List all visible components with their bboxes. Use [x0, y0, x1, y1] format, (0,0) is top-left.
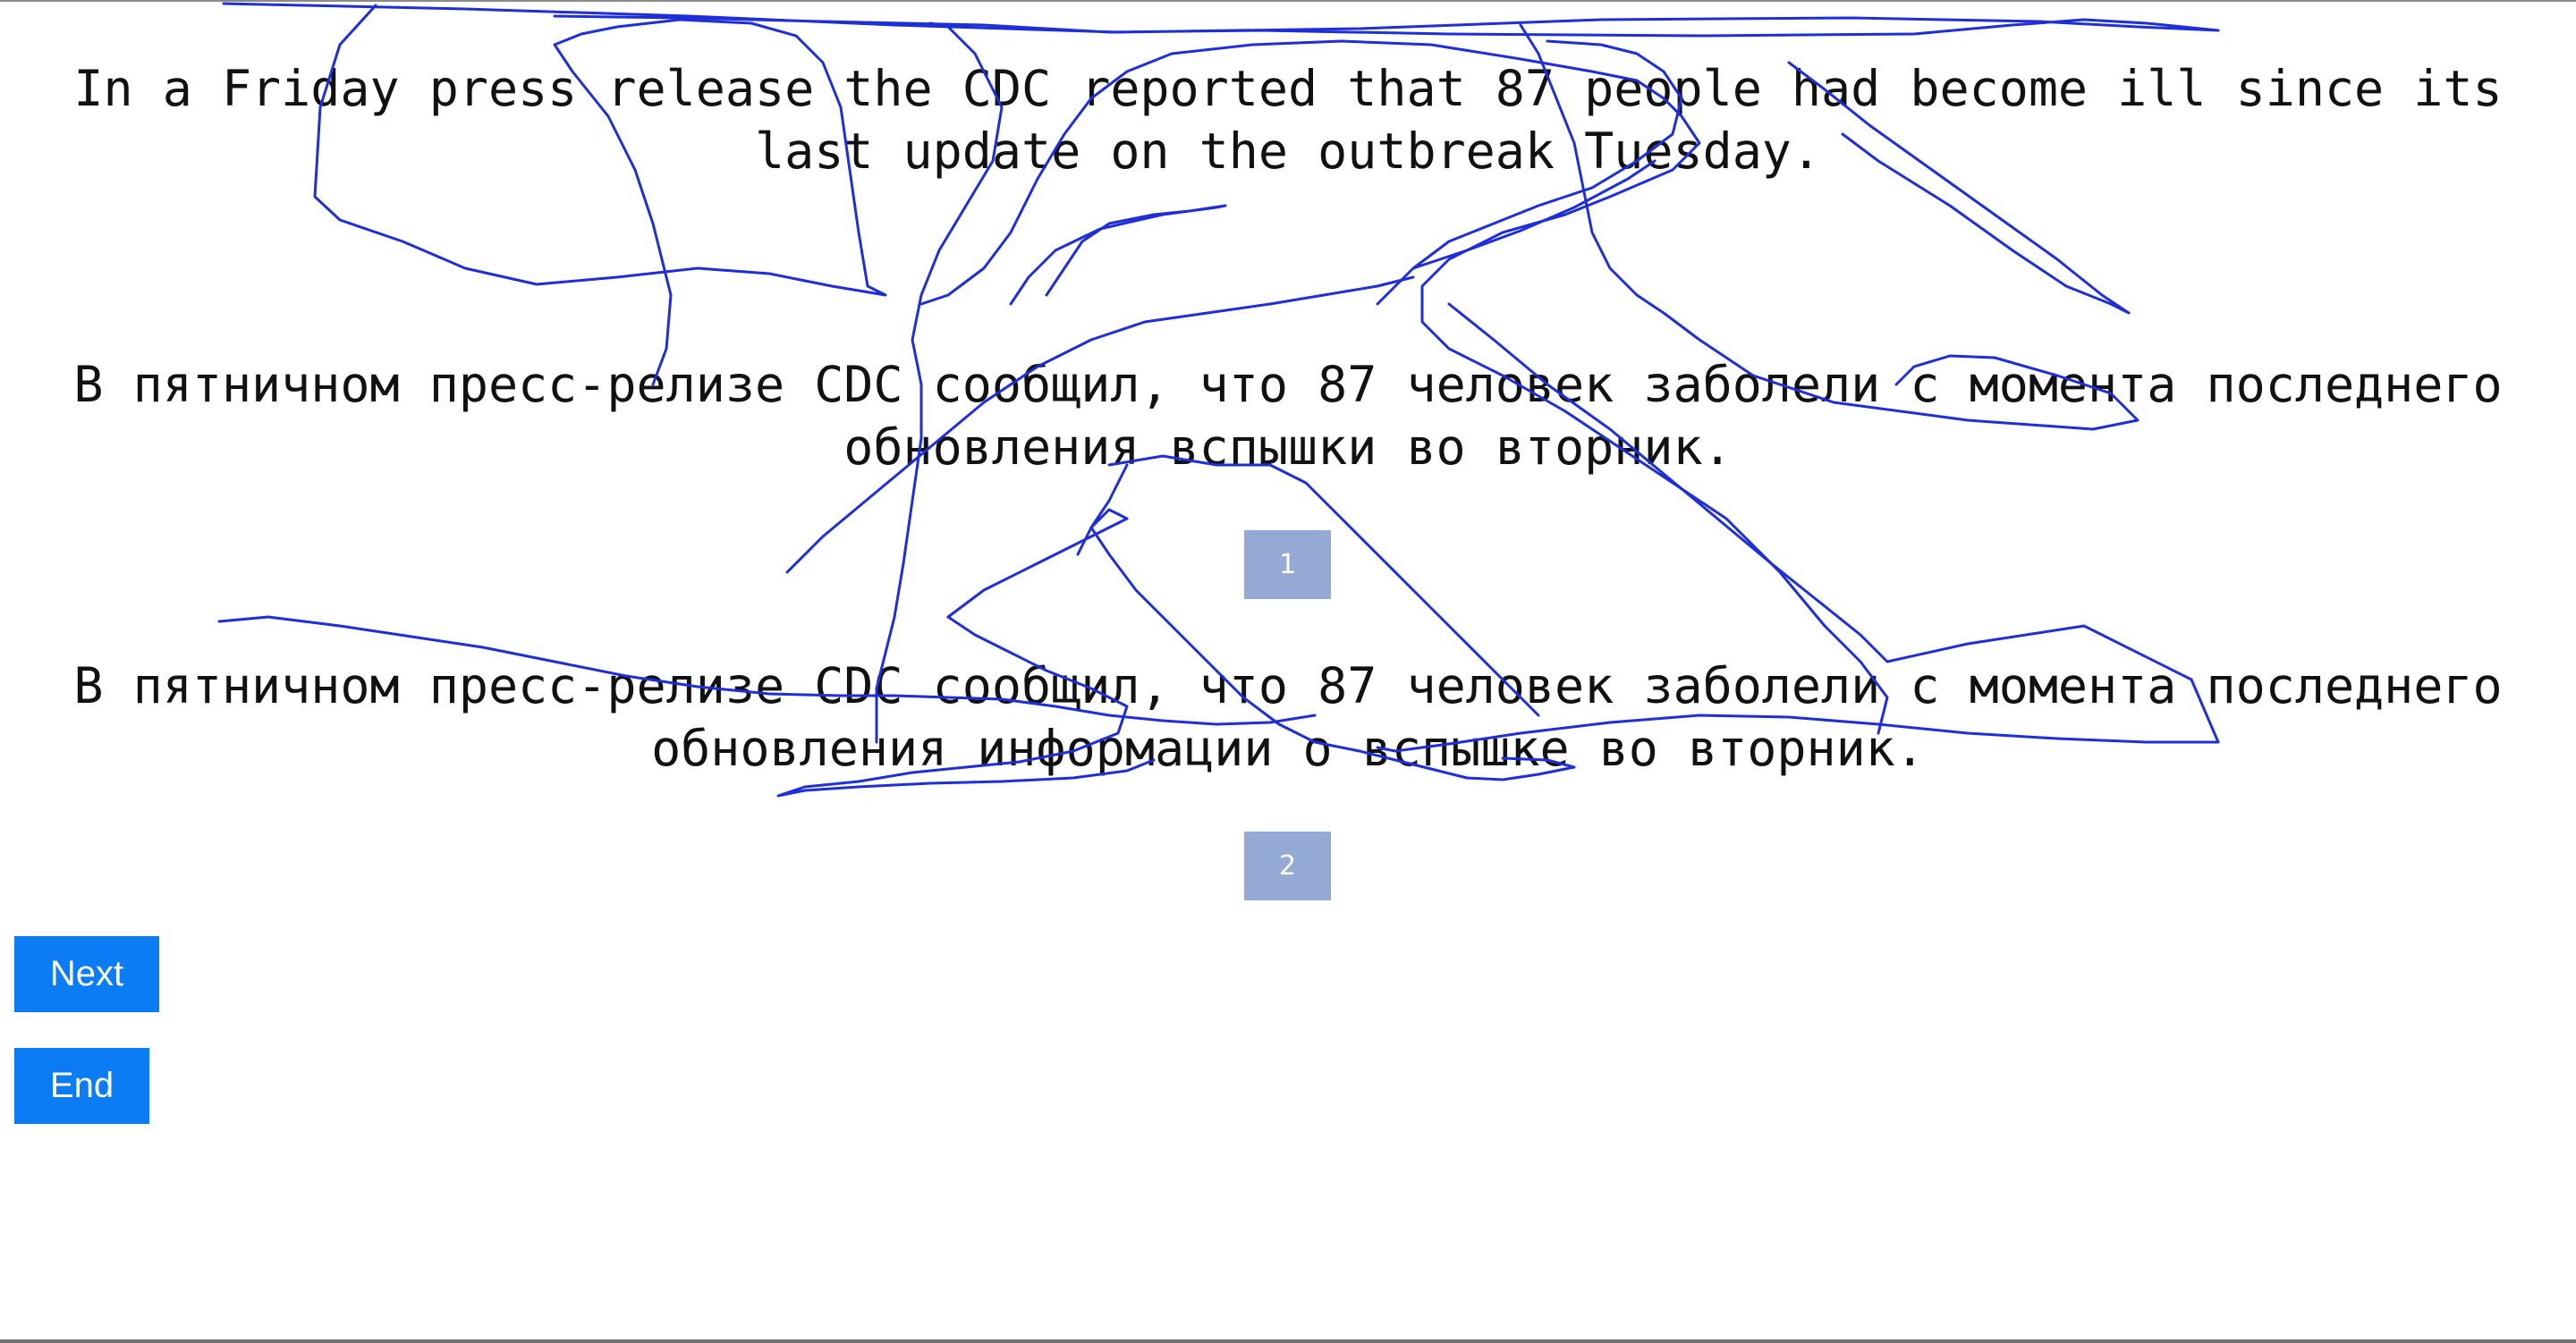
annotation-canvas[interactable]: In a Friday press release the CDC report… [0, 0, 2576, 1343]
bottom-border [0, 1339, 2576, 1343]
end-button[interactable]: End [14, 1048, 149, 1124]
rank-badge-1[interactable]: 1 [1244, 530, 1331, 599]
source-sentence: In a Friday press release the CDC report… [73, 60, 2503, 180]
rank-badge-2[interactable]: 2 [1244, 832, 1331, 900]
scribble-stroke-16 [1076, 463, 1129, 556]
translation-sentence-2: В пятничном пресс-релизе CDC сообщил, чт… [73, 657, 2503, 777]
next-button[interactable]: Next [14, 936, 159, 1012]
scribble-stroke-1 [222, 2, 2220, 38]
translation-sentence-1: В пятничном пресс-релизе CDC сообщил, чт… [73, 356, 2503, 476]
scribble-stroke-15 [1009, 204, 1227, 306]
